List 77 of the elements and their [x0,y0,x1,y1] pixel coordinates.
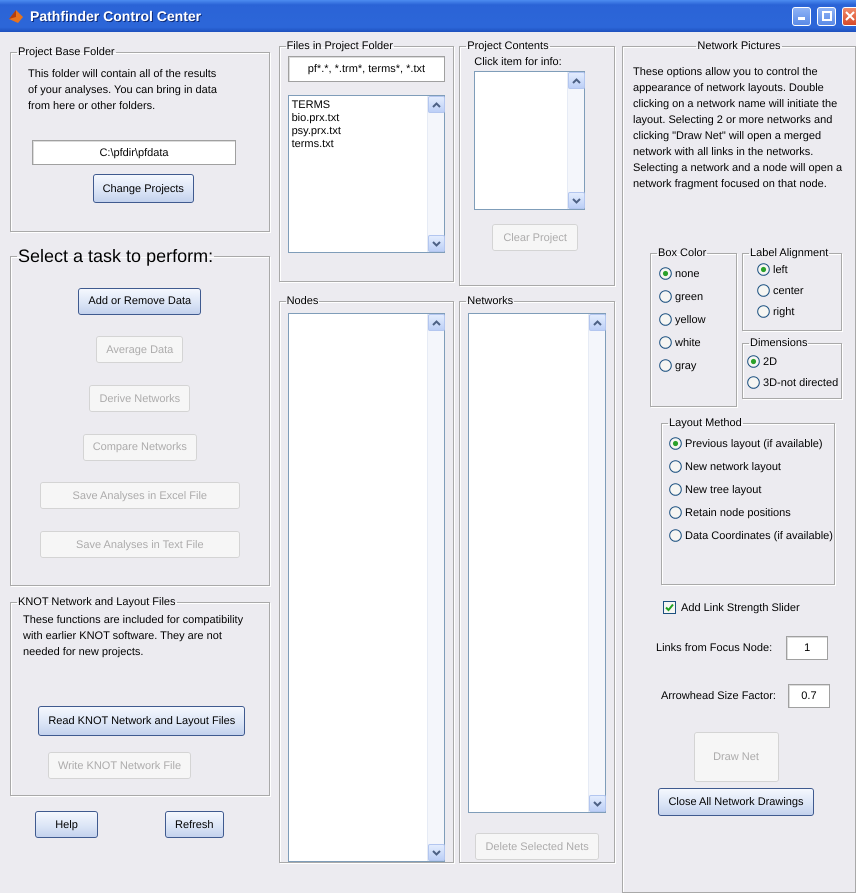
refresh-button[interactable]: Refresh [165,811,224,838]
chevron-down-icon [432,240,442,246]
radio-option[interactable]: gray [659,359,696,372]
chevron-down-icon [572,198,582,204]
radio-option[interactable]: 2D [747,355,778,368]
radio-option[interactable]: green [659,290,704,303]
minimize-button[interactable] [792,6,811,26]
scroll-up-button[interactable] [428,96,446,113]
description-text: These options allow you to control the appearance of network layouts. Double clicking on a network name will initiate the layout. Selecting 2 or more networks and clicking "Draw Net" will open a merged network with all links in the networks. Selecting a network and a node will open a network fragment focused on that node. [633,65,844,192]
scroll-down-button[interactable] [589,795,606,812]
list-box[interactable]: TERMS bio.prx.txt psy.prx.txt terms.txt [288,95,446,253]
scrollbar[interactable] [588,314,605,812]
group-title: Label Alignment [749,247,830,259]
chevron-up-icon [593,320,602,326]
group-title: Box Color [657,247,708,259]
group-title: Nodes [286,295,320,307]
maximize-button[interactable] [817,6,836,26]
hint-text: Click item for info: [474,55,563,70]
change-projects-button[interactable]: Change Projects [92,174,194,203]
help-button[interactable]: Help [35,811,98,838]
chevron-up-icon [432,320,442,326]
scroll-down-button[interactable] [568,192,586,209]
read-knot-button[interactable]: Read KNOT Network and Layout Files [38,706,246,736]
radio-option[interactable]: right [757,305,794,318]
group-title: Dimensions [749,337,808,349]
radio-option[interactable]: left [757,263,788,276]
field-label: Arrowhead Size Factor: [661,689,776,704]
arrowhead-field[interactable]: 0.7 [788,684,830,708]
close-icon [844,11,854,21]
radio-option[interactable]: New network layout [669,460,781,473]
chevron-down-icon [432,850,442,856]
radio-option[interactable]: 3D-not directed [747,376,838,389]
app-icon [8,8,24,24]
group-title: Project Contents [466,40,550,52]
list-box[interactable] [474,71,586,210]
scroll-down-button[interactable] [428,235,446,252]
field-label: Links from Focus Node: [656,641,772,656]
window-title: Pathfinder Control Center [30,8,202,24]
path-field[interactable]: C:\pfdir\pfdata [32,140,236,165]
scrollbar[interactable] [567,72,584,209]
links-field[interactable]: 1 [786,636,828,660]
group-title: Select a task to perform: [17,246,214,267]
radio-option[interactable]: Previous layout (if available) [669,437,823,450]
checkbox-option[interactable]: Add Link Strength Slider [663,601,800,614]
group-title: Project Base Folder [17,46,116,58]
chevron-up-icon [572,78,582,84]
list-item[interactable]: terms.txt [292,138,334,151]
radio-option[interactable]: yellow [659,313,706,326]
scroll-up-button[interactable] [428,314,446,331]
list-item[interactable]: bio.prx.txt [292,112,340,125]
task-button[interactable]: Add or Remove Data [78,288,202,315]
description-text: These functions are included for compatibility with earlier KNOT software. They are not needed for new projects. [23,613,244,660]
scrollbar[interactable] [427,314,444,861]
scrollbar[interactable] [427,96,444,252]
radio-option[interactable]: center [757,284,804,297]
scroll-down-button[interactable] [428,844,446,861]
group-title: Networks [466,295,514,307]
scroll-up-button[interactable] [589,314,606,331]
group-title: Files in Project Folder [286,40,394,52]
radio-option[interactable]: Retain node positions [669,506,791,519]
group-title: Network Pictures [696,40,782,52]
group-title: KNOT Network and Layout Files [17,596,177,608]
group-title: Layout Method [668,417,743,429]
radio-option[interactable]: Data Coordinates (if available) [669,529,833,542]
radio-option[interactable]: New tree layout [669,483,762,496]
list-item[interactable]: psy.prx.txt [292,125,341,138]
maximize-icon [822,11,832,21]
radio-option[interactable]: white [659,336,701,349]
list-item[interactable]: TERMS [292,99,330,112]
chevron-down-icon [593,800,602,806]
close-drawings-button[interactable]: Close All Network Drawings [658,788,814,816]
scroll-up-button[interactable] [568,72,586,89]
chevron-up-icon [432,102,442,108]
filter-field[interactable]: pf*.*, *.trm*, terms*, *.txt [288,56,446,82]
close-button[interactable] [842,6,856,26]
radio-option[interactable]: none [659,267,700,280]
description-text: This folder will contain all of the results of your analyses. You can bring in data from here or other folders. [28,67,218,114]
